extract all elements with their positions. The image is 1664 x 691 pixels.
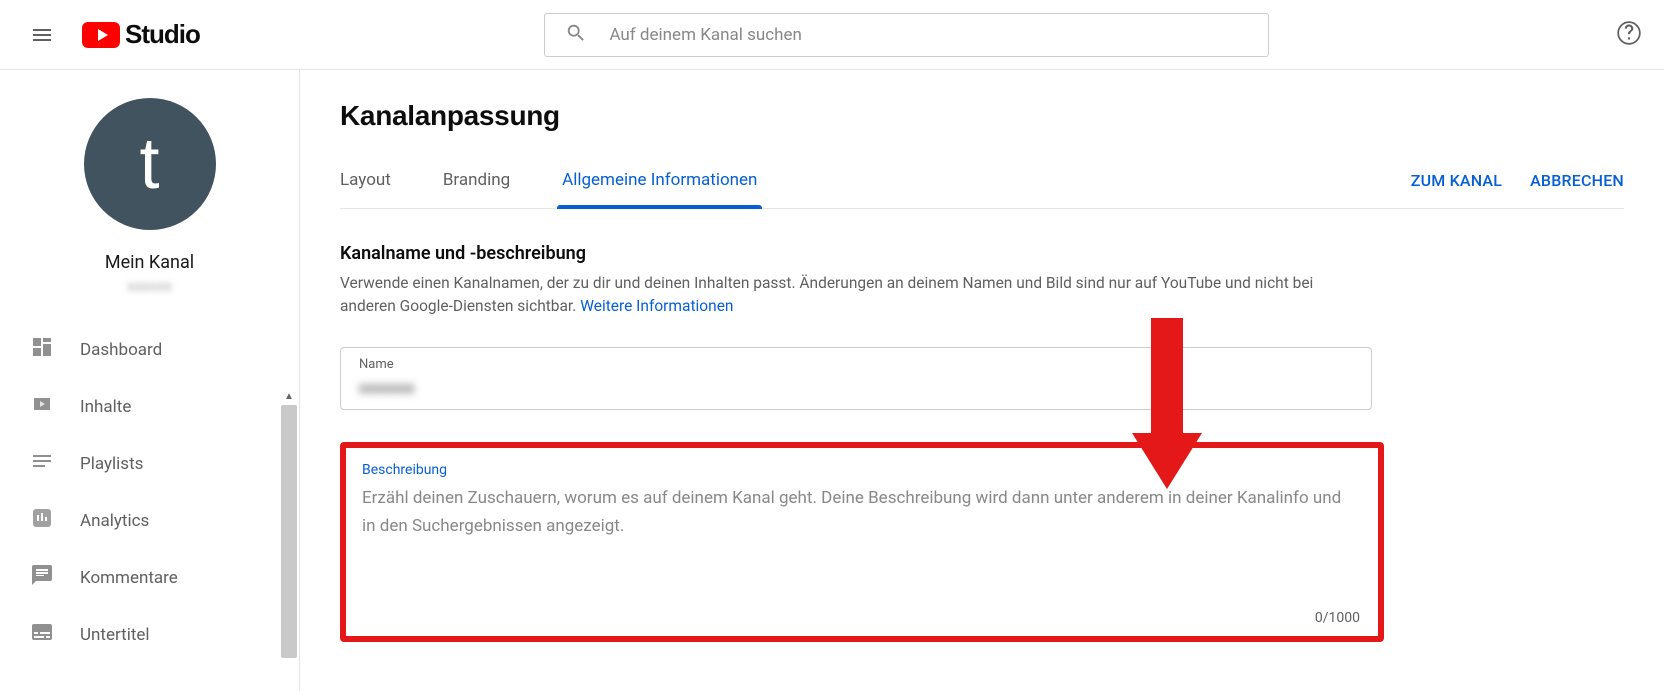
- youtube-studio-logo[interactable]: Studio: [82, 19, 200, 50]
- search-input[interactable]: Auf deinem Kanal suchen: [544, 13, 1269, 57]
- subtitles-icon: [30, 620, 80, 649]
- sidebar-item-playlists[interactable]: Playlists: [0, 435, 299, 492]
- sidebar-item-subtitles[interactable]: Untertitel: [0, 606, 299, 663]
- help-icon: [1616, 20, 1642, 46]
- main-content: Kanalanpassung Layout Branding Allgemein…: [300, 70, 1664, 691]
- channel-handle: xxxxxx: [127, 277, 172, 295]
- description-char-count: 0/1000: [1315, 610, 1360, 626]
- annotation-arrow-icon: [1132, 318, 1202, 498]
- sidebar-item-label: Analytics: [80, 511, 149, 531]
- search-wrap: Auf deinem Kanal suchen: [200, 13, 1614, 57]
- sidebar-item-label: Kommentare: [80, 568, 178, 588]
- sidebar-item-label: Untertitel: [80, 625, 150, 645]
- sidebar-nav: Dashboard Inhalte Playlists Analytics: [0, 321, 299, 663]
- scrollbar-thumb[interactable]: [281, 405, 297, 658]
- page-title: Kanalanpassung: [340, 100, 1624, 132]
- field-label-name: Name: [359, 357, 1353, 372]
- channel-description-field[interactable]: Beschreibung Erzähl deinen Zuschauern, w…: [340, 442, 1384, 642]
- menu-toggle-button[interactable]: [20, 13, 64, 57]
- tab-basic-info[interactable]: Allgemeine Informationen: [562, 152, 757, 208]
- tab-layout[interactable]: Layout: [340, 152, 391, 208]
- header-actions: ZUM KANAL ABBRECHEN: [1411, 153, 1624, 208]
- body-area: t Mein Kanal xxxxxx Dashboard Inhalte: [0, 70, 1664, 691]
- tab-branding[interactable]: Branding: [443, 152, 510, 208]
- help-button[interactable]: [1614, 20, 1644, 50]
- sidebar-item-content[interactable]: Inhalte: [0, 378, 299, 435]
- search-placeholder: Auf deinem Kanal suchen: [609, 25, 801, 45]
- channel-name-field[interactable]: Name xxxxxxx: [340, 347, 1372, 410]
- analytics-icon: [30, 506, 80, 535]
- field-label-description: Beschreibung: [362, 462, 1362, 478]
- youtube-play-icon: [82, 22, 120, 48]
- app-header: Studio Auf deinem Kanal suchen: [0, 0, 1664, 70]
- section-desc-text: Verwende einen Kanalnamen, der zu dir un…: [340, 274, 1313, 315]
- hamburger-icon: [30, 23, 54, 47]
- sidebar-item-label: Inhalte: [80, 397, 131, 417]
- field-value-name: xxxxxxx: [359, 378, 1353, 397]
- dashboard-icon: [30, 335, 80, 364]
- sidebar-item-dashboard[interactable]: Dashboard: [0, 321, 299, 378]
- content-icon: [30, 392, 80, 421]
- sidebar-item-analytics[interactable]: Analytics: [0, 492, 299, 549]
- avatar-letter: t: [139, 123, 159, 205]
- sidebar-item-label: Playlists: [80, 454, 143, 474]
- view-channel-link[interactable]: ZUM KANAL: [1411, 153, 1502, 208]
- logo-text: Studio: [125, 19, 200, 50]
- tabs: Layout Branding Allgemeine Informationen: [340, 152, 809, 208]
- channel-name: Mein Kanal: [105, 252, 194, 273]
- sidebar-item-label: Dashboard: [80, 340, 162, 360]
- sidebar: t Mein Kanal xxxxxx Dashboard Inhalte: [0, 70, 300, 691]
- playlists-icon: [30, 449, 80, 478]
- cancel-button[interactable]: ABBRECHEN: [1530, 153, 1624, 208]
- tabs-row: Layout Branding Allgemeine Informationen…: [340, 152, 1624, 209]
- description-placeholder: Erzähl deinen Zuschauern, worum es auf d…: [362, 484, 1352, 540]
- scroll-up-button[interactable]: ▲: [280, 387, 298, 405]
- section-description: Verwende einen Kanalnamen, der zu dir un…: [340, 272, 1370, 319]
- comments-icon: [30, 563, 80, 592]
- channel-avatar[interactable]: t: [84, 98, 216, 230]
- search-icon: [565, 22, 587, 48]
- sidebar-item-comments[interactable]: Kommentare: [0, 549, 299, 606]
- more-info-link[interactable]: Weitere Informationen: [580, 297, 733, 315]
- section-title: Kanalname und -beschreibung: [340, 243, 1624, 264]
